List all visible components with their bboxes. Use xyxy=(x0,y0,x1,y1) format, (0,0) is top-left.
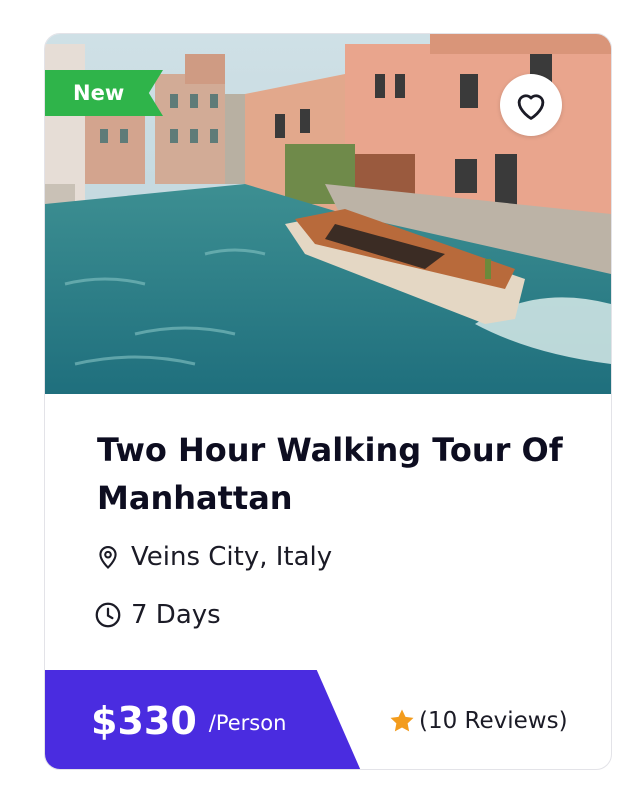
map-pin-icon xyxy=(93,542,123,572)
duration-text: 7 Days xyxy=(131,600,221,630)
duration-row: 7 Days xyxy=(93,600,221,630)
tour-card[interactable]: New Two Hour Walking Tour Of Manhattan V… xyxy=(44,33,612,770)
price-amount: $330 xyxy=(91,698,197,743)
price-banner: $330 /Person xyxy=(45,670,361,769)
tour-image[interactable]: New xyxy=(45,34,611,394)
new-badge: New xyxy=(45,70,163,116)
price-unit: /Person xyxy=(208,710,287,735)
tour-title[interactable]: Two Hour Walking Tour Of Manhattan xyxy=(97,426,597,522)
location-row: Veins City, Italy xyxy=(93,542,332,572)
favorite-button[interactable] xyxy=(500,74,562,136)
location-text: Veins City, Italy xyxy=(131,542,333,572)
star-icon xyxy=(390,709,414,732)
clock-icon xyxy=(93,600,123,630)
heart-icon xyxy=(517,94,545,120)
reviews-link[interactable]: (10 Reviews) xyxy=(387,706,568,736)
reviews-count: (10 Reviews) xyxy=(419,708,568,734)
